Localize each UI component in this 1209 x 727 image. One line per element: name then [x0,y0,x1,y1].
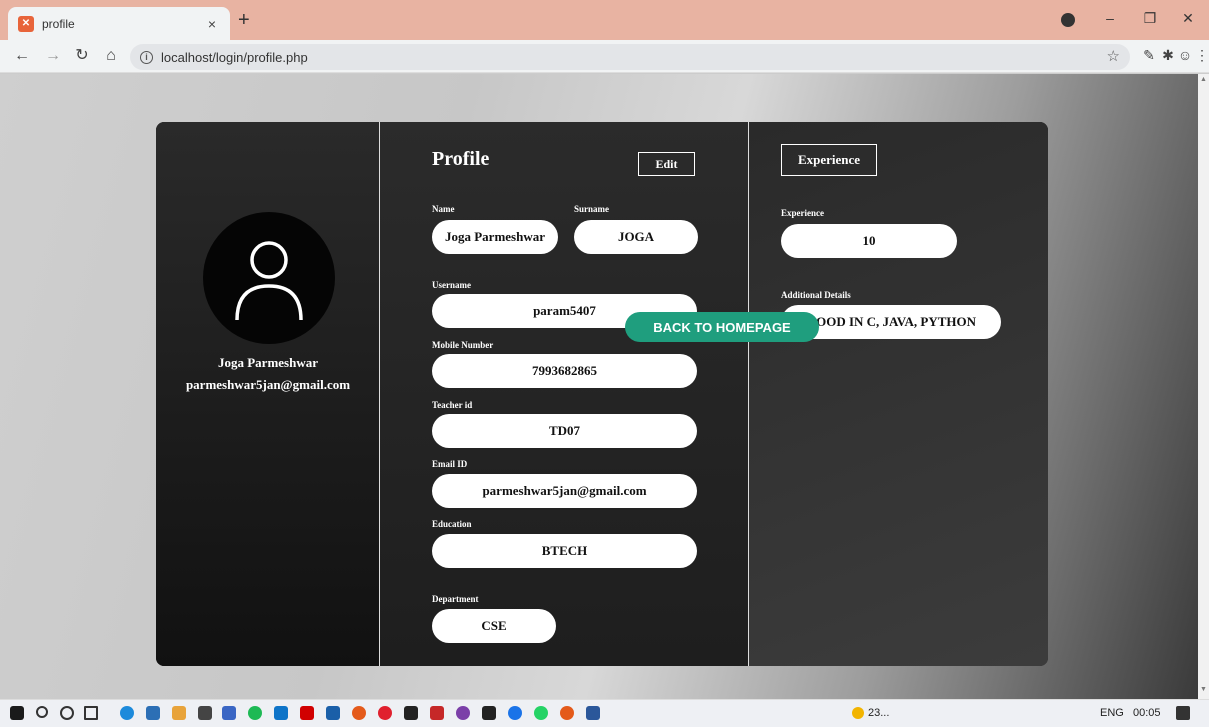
netflix-icon[interactable] [300,706,314,720]
surname-label: Surname [574,204,610,214]
chrome-profile-icon[interactable] [560,706,574,720]
profile-card: Joga Parmeshwar parmeshwar5jan@gmail.com… [156,122,1048,666]
surname-field[interactable]: JOGA [574,220,698,254]
pinterest-icon[interactable] [378,706,392,720]
name-field[interactable]: Joga Parmeshwar [432,220,558,254]
back-icon[interactable]: ← [12,47,32,65]
browser-toolbar: ← → ↻ ⌂ i localhost/login/profile.php ☆ [0,40,1209,73]
windows-start-icon[interactable] [10,706,24,720]
browser-tab[interactable]: ✕ profile × [8,7,230,40]
clock[interactable]: 00:05 [1133,707,1161,719]
new-tab-icon[interactable]: + [238,10,250,30]
education-field[interactable]: BTECH [432,534,697,568]
vscode-icon[interactable] [274,706,288,720]
profile-panel: Profile Edit Name Joga Parmeshwar Surnam… [380,122,749,666]
additional-details-label: Additional Details [781,290,851,300]
tab-close-icon[interactable]: × [204,16,220,32]
intellij-icon[interactable] [482,706,496,720]
back-to-homepage-button[interactable]: BACK TO HOMEPAGE [625,312,819,342]
user-email: parmeshwar5jan@gmail.com [185,377,351,392]
minimize-icon[interactable]: – [1100,10,1120,26]
mobile-label: Mobile Number [432,340,494,350]
linux-icon[interactable] [198,706,212,720]
app-icon-2[interactable] [456,706,470,720]
username-label: Username [432,280,471,290]
mobile-field[interactable]: 7993682865 [432,354,697,388]
tab-title: profile [42,16,75,31]
scrollbar[interactable]: ▲ ▼ [1198,74,1209,699]
education-label: Education [432,519,472,529]
info-icon[interactable]: i [140,50,153,64]
email-label: Email ID [432,459,468,469]
user-icon [235,241,303,321]
edit-button[interactable]: Edit [638,152,695,176]
language-indicator[interactable]: ENG [1100,707,1124,719]
store-icon[interactable] [146,706,160,720]
home-icon[interactable]: ⌂ [101,47,121,65]
experience-button[interactable]: Experience [781,144,877,176]
user-summary-panel: Joga Parmeshwar parmeshwar5jan@gmail.com [156,122,380,666]
firefox-icon[interactable] [352,706,366,720]
notification-icon[interactable] [1176,706,1190,720]
cortana-icon[interactable] [60,706,74,720]
app-icon[interactable] [222,706,236,720]
restore-icon[interactable]: ❐ [1140,10,1160,27]
department-label: Department [432,594,479,604]
menu-icon[interactable]: ⋮ [1193,47,1209,64]
edge-icon[interactable] [120,706,134,720]
profile-avatar-icon[interactable]: ☺ [1176,47,1194,63]
forward-icon[interactable]: → [43,47,63,65]
windows-taskbar: 23... ENG 00:05 [0,699,1209,727]
mail-icon[interactable] [326,706,340,720]
profile-title: Profile [432,148,490,170]
close-window-icon[interactable]: ✕ [1178,10,1198,27]
browser-profile-icon[interactable] [1061,13,1075,27]
scroll-up-icon[interactable]: ▲ [1199,76,1208,83]
reload-icon[interactable]: ↻ [72,47,92,65]
avatar [203,212,335,344]
experience-panel: Experience Experience 10 Additional Deta… [749,122,1048,666]
experience-field[interactable]: 10 [781,224,957,258]
name-label: Name [432,204,455,214]
teacher-id-label: Teacher id [432,400,473,410]
whatsapp-icon[interactable] [534,706,548,720]
email-field[interactable]: parmeshwar5jan@gmail.com [432,474,697,508]
search-icon[interactable] [36,706,48,718]
weather-icon[interactable] [852,707,864,719]
pycharm-icon[interactable] [404,706,418,720]
scroll-down-icon[interactable]: ▼ [1199,686,1208,693]
acrobat-icon[interactable] [430,706,444,720]
word-icon[interactable] [586,706,600,720]
extension-icon[interactable]: ✎ [1140,47,1158,64]
xampp-icon: ✕ [18,15,34,32]
department-field[interactable]: CSE [432,609,556,643]
bookmark-star-icon[interactable]: ☆ [1107,47,1120,65]
address-bar[interactable]: i localhost/login/profile.php ☆ [130,44,1130,70]
puzzle-icon[interactable]: ✱ [1159,47,1177,64]
weather-text[interactable]: 23... [868,707,889,719]
url-text: localhost/login/profile.php [161,49,308,65]
user-name: Joga Parmeshwar [217,355,318,370]
spotify-icon[interactable] [248,706,262,720]
teacher-id-field[interactable]: TD07 [432,414,697,448]
page-viewport: Joga Parmeshwar parmeshwar5jan@gmail.com… [0,74,1198,699]
experience-label: Experience [781,208,824,218]
browser-tab-strip: ✕ profile × + – ❐ ✕ [0,0,1209,40]
task-view-icon[interactable] [84,706,98,720]
folder-icon[interactable] [172,706,186,720]
chrome-icon[interactable] [508,706,522,720]
